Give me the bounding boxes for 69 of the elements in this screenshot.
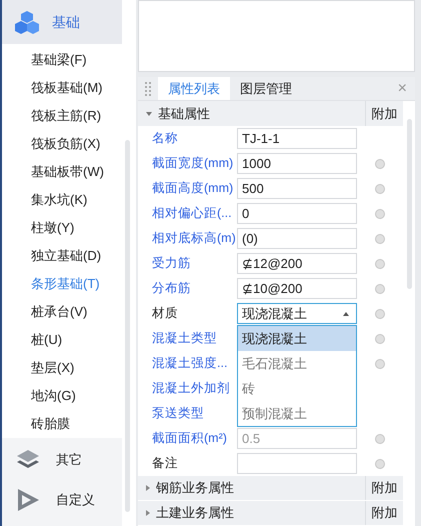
expanded-arrow-icon	[146, 112, 152, 116]
input-field[interactable]: ⊈10@200	[237, 278, 357, 299]
input-field[interactable]: (0)	[237, 228, 357, 249]
sidebar-item[interactable]: 桩承台(V)	[2, 298, 122, 326]
radio-button[interactable]	[375, 158, 385, 168]
property-label: 混凝土类型	[151, 330, 218, 348]
scrollbar[interactable]	[125, 140, 130, 512]
property-label: 混凝土强度...	[151, 355, 228, 372]
caret-icon	[343, 312, 349, 316]
layers-icon	[16, 449, 40, 471]
radio-button[interactable]	[375, 308, 385, 318]
radio-button[interactable]	[375, 184, 385, 194]
radio-button[interactable]	[375, 234, 385, 244]
property-label: 相对偏心距(...	[151, 205, 233, 222]
property-label: 泵送类型	[151, 405, 205, 422]
tab[interactable]: 图层管理	[230, 77, 302, 100]
sidebar-item[interactable]: 筏板负筋(X)	[2, 130, 122, 158]
property-label: 受力筋	[151, 255, 192, 272]
input-field[interactable]: TJ-1-1	[237, 128, 357, 149]
sidebar-item[interactable]: 集水坑(K)	[2, 186, 122, 214]
property-label: 混凝土外加剂	[151, 380, 231, 398]
triangle-icon	[16, 488, 40, 512]
input-field[interactable]	[237, 453, 357, 474]
radio-button[interactable]	[375, 258, 385, 268]
sidebar-item[interactable]: 垫层(X)	[2, 354, 122, 382]
radio-button[interactable]	[375, 458, 385, 468]
dropdown-option[interactable]: 砖	[238, 376, 356, 401]
sidebar-item[interactable]: 桩(U)	[2, 326, 122, 354]
drag-handle-icon[interactable]	[145, 82, 151, 96]
sidebar-item[interactable]: 独立基础(D)	[2, 242, 122, 270]
property-label: 截面宽度(mm)	[151, 155, 234, 172]
property-label: 材质	[151, 305, 179, 322]
sidebar-item[interactable]: 基础梁(F)	[2, 46, 122, 74]
tab[interactable]: 属性列表	[158, 77, 230, 100]
collapsed-arrow-icon	[146, 485, 150, 491]
dropdown-option[interactable]: 现浇混凝土	[238, 326, 356, 351]
sidebar-item[interactable]: 筏板基础(M)	[2, 74, 122, 102]
scrollbar[interactable]	[407, 119, 412, 289]
section-header[interactable]: 钢筋业务属性 附加	[138, 476, 403, 501]
sidebar-group[interactable]: 自定义	[2, 480, 122, 520]
sidebar-item[interactable]: 筏板主筋(R)	[2, 102, 122, 130]
property-label: 截面面积(m²)	[151, 430, 228, 448]
sidebar-item[interactable]: 条形基础(T)	[2, 270, 122, 298]
dropdown-option[interactable]: 预制混凝土	[238, 401, 356, 426]
dropdown-field[interactable]: 现浇混凝土	[237, 303, 357, 324]
sidebar-group[interactable]: 其它	[2, 440, 122, 480]
property-label: 备注	[151, 455, 179, 472]
sidebar-item[interactable]: 砖胎膜	[2, 410, 122, 438]
property-label: 名称	[151, 130, 179, 148]
radio-button[interactable]	[375, 208, 385, 218]
radio-button[interactable]	[375, 334, 385, 344]
input-field[interactable]: ⊈12@200	[237, 253, 357, 274]
cubes-icon	[14, 10, 40, 34]
sidebar-item[interactable]: 地沟(G)	[2, 382, 122, 410]
property-label: 相对底标高(m)	[151, 230, 237, 248]
sidebar-item[interactable]: 柱墩(Y)	[2, 214, 122, 242]
property-label: 截面高度(mm)	[151, 180, 234, 198]
input-field[interactable]: 0	[237, 203, 357, 224]
dropdown-option[interactable]: 毛石混凝土	[238, 351, 356, 376]
sidebar-item[interactable]: 基础板带(W)	[2, 158, 122, 186]
collapsed-arrow-icon	[146, 510, 150, 516]
sidebar-group-header[interactable]: 基础	[2, 0, 122, 44]
section-header[interactable]: 土建业务属性 附加	[138, 501, 403, 526]
radio-button[interactable]	[375, 284, 385, 294]
property-label: 分布筋	[151, 280, 192, 298]
input-field[interactable]: 1000	[237, 153, 357, 174]
radio-button[interactable]	[375, 358, 385, 368]
section-header[interactable]: 基础属性 附加	[138, 101, 403, 126]
input-field[interactable]: 500	[237, 178, 357, 199]
